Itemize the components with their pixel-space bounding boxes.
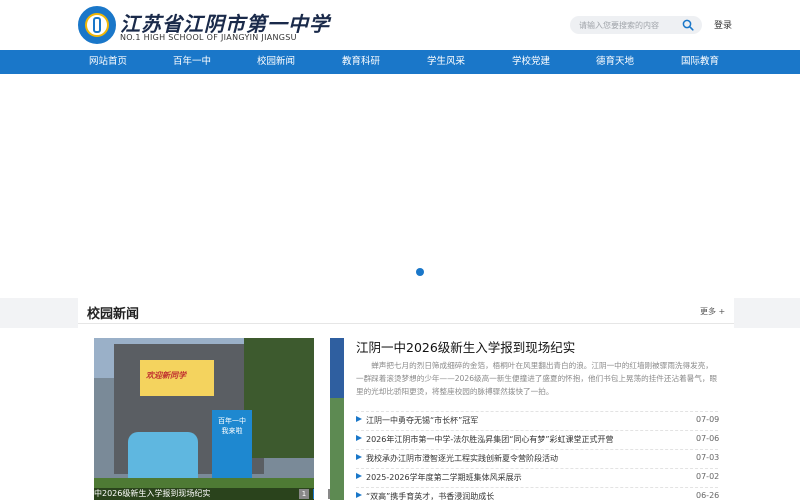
nav-item-campus-news[interactable]: 校园新闻 xyxy=(234,50,318,74)
list-item-date: 07-06 xyxy=(696,434,720,443)
list-item-date: 07-03 xyxy=(696,453,720,462)
nav-item-international[interactable]: 国际教育 xyxy=(658,50,742,74)
bullet-arrow-icon xyxy=(356,492,362,498)
site-header: 江苏省江阴市第一中学 NO.1 HIGH SCHOOL OF JIANGYIN … xyxy=(0,0,800,50)
list-item-date: 07-09 xyxy=(696,415,720,424)
list-item-title[interactable]: 2025-2026学年度第二学期班集体风采展示 xyxy=(366,472,522,483)
slide-page-1[interactable]: 1 xyxy=(299,489,309,499)
more-link[interactable]: 更多 + xyxy=(700,306,725,317)
nav-item-home[interactable]: 网站首页 xyxy=(66,50,150,74)
login-link[interactable]: 登录 xyxy=(714,18,732,31)
nav-item-students[interactable]: 学生风采 xyxy=(404,50,488,74)
nav-item-research[interactable]: 教育科研 xyxy=(319,50,403,74)
news-photo-slide[interactable]: 欢迎新同学 百年一中 我来啦 中2026级新生入学报到现场纪实 1 2 xyxy=(94,338,314,500)
list-item[interactable]: 江阴一中勇夺无锡“市长杯”冠军 07-09 xyxy=(356,411,720,429)
nav-item-moral-education[interactable]: 德育天地 xyxy=(573,50,657,74)
main-nav: 网站首页 百年一中 校园新闻 教育科研 学生风采 学校党建 德育天地 国际教育 xyxy=(0,50,800,74)
section-header: 校园新闻 更多 + xyxy=(78,298,734,324)
feature-article-title[interactable]: 江阴一中2026级新生入学报到现场纪实 xyxy=(356,337,575,356)
bullet-arrow-icon xyxy=(356,454,362,460)
list-item[interactable]: 2026年江阴市第一中学-法尔胜泓昇集团“同心有梦”彩虹课堂正式开营 07-06 xyxy=(356,430,720,448)
banner-pagination-dot[interactable] xyxy=(416,268,424,276)
list-item-date: 06-26 xyxy=(696,491,720,500)
nav-item-party[interactable]: 学校党建 xyxy=(489,50,573,74)
campus-news-section: 校园新闻 更多 + 欢迎新同学 百年一中 我来啦 中2026级新生入学报到现场纪… xyxy=(78,298,734,500)
list-item[interactable]: 2025-2026学年度第二学期班集体风采展示 07-02 xyxy=(356,468,720,486)
feature-article-summary: 蝉声把七月的烈日筛成细碎的金箔，梧桐叶在风里翻出青白的浪。江阴一中的红墙刚被骤雨… xyxy=(356,361,718,396)
photo-caption-text[interactable]: 中2026级新生入学报到现场纪实 xyxy=(94,488,210,500)
list-item-title[interactable]: 2026年江阴市第一中学-法尔胜泓昇集团“同心有梦”彩虹课堂正式开营 xyxy=(366,434,614,445)
bullet-arrow-icon xyxy=(356,416,362,422)
next-slide-preview xyxy=(330,338,344,500)
welcome-sign: 百年一中 我来啦 xyxy=(212,410,252,480)
hero-banner[interactable] xyxy=(0,74,800,298)
bullet-arrow-icon xyxy=(356,473,362,479)
slide-page-2[interactable]: 2 xyxy=(313,489,314,499)
nav-item-history[interactable]: 百年一中 xyxy=(150,50,234,74)
list-item-title[interactable]: 我校承办江阴市澄智逐光工程实践创新夏令营阶段活动 xyxy=(366,453,558,464)
search-input[interactable] xyxy=(579,18,679,32)
welcome-screen: 欢迎新同学 xyxy=(140,360,214,396)
list-item[interactable]: “双高”携手育英才，书香浸润助成长 06-26 xyxy=(356,487,720,500)
list-item-date: 07-02 xyxy=(696,472,720,481)
bullet-arrow-icon xyxy=(356,435,362,441)
section-title: 校园新闻 xyxy=(87,307,140,322)
list-item-title[interactable]: 江阴一中勇夺无锡“市长杯”冠军 xyxy=(366,415,478,426)
search-box xyxy=(570,16,702,34)
school-english-name: NO.1 HIGH SCHOOL OF JIANGYIN JIANGSU xyxy=(120,33,297,42)
photo-caption: 中2026级新生入学报到现场纪实 xyxy=(94,488,314,500)
search-icon[interactable] xyxy=(682,19,694,31)
list-item[interactable]: 我校承办江阴市澄智逐光工程实践创新夏令营阶段活动 07-03 xyxy=(356,449,720,467)
list-item-title[interactable]: “双高”携手育英才，书香浸润助成长 xyxy=(366,491,494,500)
school-emblem-icon[interactable] xyxy=(78,6,116,44)
